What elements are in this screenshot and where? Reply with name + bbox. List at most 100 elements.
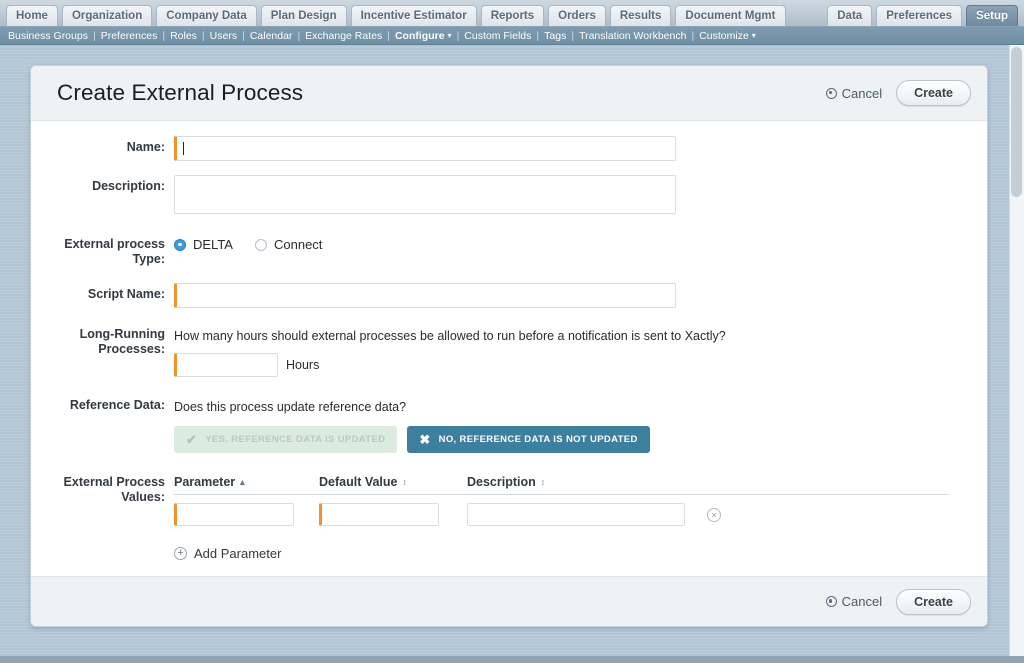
external-process-type-label: External process Type:	[31, 233, 174, 267]
subnav-item-configure[interactable]: Configure	[395, 30, 445, 42]
radio-connect-label: Connect	[273, 237, 323, 252]
plus-icon: +	[174, 547, 187, 560]
form-row-reference-data: Reference Data: Does this process update…	[31, 397, 987, 453]
external-process-values-label: External Process Values:	[31, 475, 174, 505]
reference-data-no-label: NO, REFERENCE DATA IS NOT UPDATED	[438, 434, 638, 445]
app-window: Home Organization Company Data Plan Desi…	[0, 0, 1024, 663]
parameter-input[interactable]	[174, 503, 294, 526]
subnav-item-business-groups[interactable]: Business Groups	[8, 30, 88, 42]
external-process-values-label-line2: Values:	[121, 490, 165, 504]
subnav-separator: |	[456, 29, 460, 42]
subnav-separator: |	[92, 29, 96, 42]
parameter-table-header: Parameter ▴ Default Value ↕ Description …	[174, 475, 949, 495]
create-button-top[interactable]: Create	[896, 80, 971, 106]
form-row-external-process-values: External Process Values: Parameter ▴ Def…	[31, 475, 987, 561]
form-row-description: Description:	[31, 175, 987, 219]
table-row: ×	[174, 503, 949, 526]
description-label: Description:	[92, 179, 165, 193]
reference-data-yes-label: YES, REFERENCE DATA IS UPDATED	[205, 434, 386, 445]
cancel-button-top[interactable]: Cancel	[825, 86, 882, 101]
subnav-item-exchange-rates[interactable]: Exchange Rates	[305, 30, 382, 42]
radio-option-delta[interactable]: DELTA	[174, 237, 233, 252]
nav-tab-orders[interactable]: Orders	[548, 5, 606, 26]
subnav-item-custom-fields[interactable]: Custom Fields	[464, 30, 531, 42]
nav-tab-reports[interactable]: Reports	[480, 5, 545, 26]
create-button-bottom[interactable]: Create	[896, 588, 971, 615]
name-input[interactable]	[174, 136, 676, 161]
form-row-name: Name:	[31, 136, 987, 161]
nav-tab-home[interactable]: Home	[6, 5, 58, 26]
nav-tab-organization[interactable]: Organization	[61, 5, 153, 26]
cross-icon: ✖	[419, 432, 431, 447]
nav-tab-incentive-estimator[interactable]: Incentive Estimator	[350, 5, 477, 26]
long-running-label: Long-Running Processes:	[31, 326, 174, 357]
sort-none-icon: ↕	[540, 477, 546, 487]
panel-header: Create External Process Cancel Create	[31, 66, 987, 121]
reference-data-yes-button[interactable]: ✔ YES, REFERENCE DATA IS UPDATED	[174, 426, 398, 453]
nav-tab-preferences[interactable]: Preferences	[876, 5, 963, 26]
sub-navigation-bar: Business Groups | Preferences | Roles | …	[0, 27, 1024, 45]
script-name-field-wrap	[174, 283, 987, 308]
long-running-hours-row: Hours	[174, 353, 987, 377]
column-header-default-value[interactable]: Default Value ↕	[319, 475, 467, 489]
subnav-item-users[interactable]: Users	[210, 30, 237, 42]
column-header-description[interactable]: Description ↕	[467, 475, 697, 489]
reference-data-question: Does this process update reference data?	[174, 400, 407, 414]
chevron-down-icon: ▾	[447, 31, 452, 40]
description-field-wrap	[174, 175, 987, 219]
subnav-separator: |	[162, 29, 166, 42]
parameter-description-input[interactable]	[467, 503, 685, 526]
nav-tab-setup[interactable]: Setup	[966, 5, 1018, 26]
description-cell	[467, 503, 697, 526]
default-value-input[interactable]	[319, 503, 439, 526]
long-running-label-line1: Long-Running	[79, 327, 165, 341]
reference-data-toggle-group: ✔ YES, REFERENCE DATA IS UPDATED ✖ NO, R…	[174, 426, 987, 453]
long-running-question: How many hours should external processes…	[174, 329, 726, 343]
column-header-description-label: Description	[467, 475, 536, 489]
radio-delta-label: DELTA	[193, 237, 233, 252]
radio-delta-icon	[174, 238, 186, 251]
panel-footer: Cancel Create	[31, 576, 987, 626]
subnav-separator: |	[571, 29, 575, 42]
parameter-table: Parameter ▴ Default Value ↕ Description …	[174, 475, 949, 561]
nav-tab-document-mgmt[interactable]: Document Mgmt	[675, 5, 786, 26]
nav-tab-company-data[interactable]: Company Data	[156, 5, 257, 26]
sort-none-icon: ↕	[402, 477, 407, 487]
nav-tab-results[interactable]: Results	[609, 5, 672, 26]
add-parameter-button[interactable]: + Add Parameter	[174, 546, 281, 561]
subnav-item-tags[interactable]: Tags	[544, 30, 566, 42]
external-process-values-field-wrap: Parameter ▴ Default Value ↕ Description …	[174, 475, 987, 561]
form-row-long-running: Long-Running Processes: How many hours s…	[31, 326, 987, 377]
radio-connect-icon	[254, 238, 267, 251]
subnav-item-roles[interactable]: Roles	[170, 30, 197, 42]
column-header-parameter[interactable]: Parameter ▴	[174, 475, 319, 489]
column-header-default-value-label: Default Value	[319, 475, 398, 489]
nav-tab-plan-design[interactable]: Plan Design	[260, 5, 347, 26]
reference-data-no-button[interactable]: ✖ NO, REFERENCE DATA IS NOT UPDATED	[407, 426, 650, 453]
nav-tab-data[interactable]: Data	[827, 5, 873, 26]
subnav-item-calendar[interactable]: Calendar	[250, 30, 293, 42]
script-name-input[interactable]	[174, 283, 676, 308]
name-label: Name:	[126, 140, 165, 154]
vertical-scrollbar[interactable]	[1009, 45, 1024, 656]
subnav-item-translation-workbench[interactable]: Translation Workbench	[579, 30, 686, 42]
script-name-label: Script Name:	[87, 287, 165, 301]
cancel-button-bottom[interactable]: Cancel	[825, 594, 883, 609]
external-process-type-label-line2: Type:	[132, 252, 165, 266]
subnav-item-customize[interactable]: Customize	[699, 30, 749, 42]
long-running-label-line2: Processes:	[98, 342, 165, 356]
subnav-item-preferences[interactable]: Preferences	[101, 30, 158, 42]
create-external-process-panel: Create External Process Cancel Create Na…	[30, 65, 988, 627]
scrollbar-thumb[interactable]	[1011, 47, 1022, 197]
reference-data-field-wrap: Does this process update reference data?…	[174, 397, 987, 453]
cancel-button-bottom-label: Cancel	[841, 594, 883, 609]
description-textarea[interactable]	[174, 175, 676, 214]
reference-data-label: Reference Data:	[69, 398, 165, 412]
add-parameter-label: Add Parameter	[194, 546, 282, 561]
subnav-separator: |	[297, 29, 301, 42]
parameter-cell	[174, 503, 319, 526]
form-row-external-process-type: External process Type: DELTA Connect	[31, 233, 987, 267]
long-running-hours-input[interactable]	[174, 353, 278, 377]
remove-parameter-icon[interactable]: ×	[707, 507, 721, 522]
radio-option-connect[interactable]: Connect	[254, 237, 323, 252]
